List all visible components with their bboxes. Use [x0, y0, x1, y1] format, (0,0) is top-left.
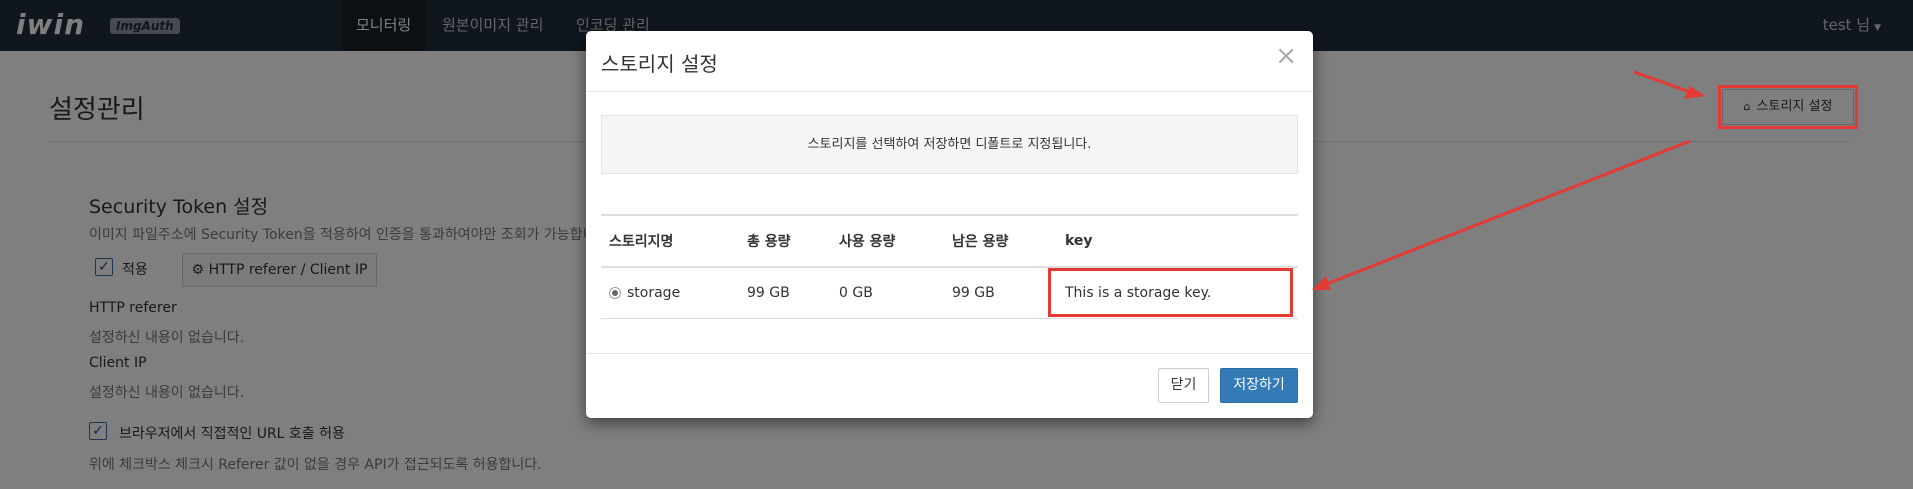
column-header-remaining: 남은 용량 — [944, 214, 1057, 268]
info-box: 스토리지를 선택하여 저장하면 디폴트로 지정됩니다. — [601, 115, 1298, 174]
modal-title: 스토리지 설정 — [601, 52, 718, 76]
remaining-capacity-cell: 99 GB — [944, 267, 1057, 319]
storage-table: 스토리지명 총 용량 사용 용량 남은 용량 key storage 99 GB… — [601, 214, 1298, 319]
column-header-key: key — [1057, 214, 1298, 268]
annotation-frame-storage-button — [1718, 85, 1858, 129]
modal-header: 스토리지 설정 × — [586, 31, 1313, 92]
modal-footer: 닫기 저장하기 — [586, 353, 1313, 418]
close-button[interactable]: 닫기 — [1158, 368, 1209, 403]
storage-key-cell: This is a storage key. — [1057, 267, 1298, 319]
column-header-name: 스토리지명 — [601, 214, 739, 268]
storage-radio[interactable] — [609, 286, 621, 299]
total-capacity-cell: 99 GB — [739, 267, 831, 319]
storage-settings-modal: 스토리지 설정 × 스토리지를 선택하여 저장하면 디폴트로 지정됩니다. 스토… — [586, 31, 1313, 418]
close-icon[interactable]: × — [1275, 43, 1297, 69]
save-button[interactable]: 저장하기 — [1220, 368, 1298, 403]
column-header-total: 총 용량 — [739, 214, 831, 268]
table-row[interactable]: storage 99 GB 0 GB 99 GB This is a stora… — [601, 267, 1298, 319]
storage-name-cell[interactable]: storage — [601, 267, 739, 319]
column-header-used: 사용 용량 — [831, 214, 944, 268]
table-header-row: 스토리지명 총 용량 사용 용량 남은 용량 key — [601, 214, 1298, 268]
used-capacity-cell: 0 GB — [831, 267, 944, 319]
